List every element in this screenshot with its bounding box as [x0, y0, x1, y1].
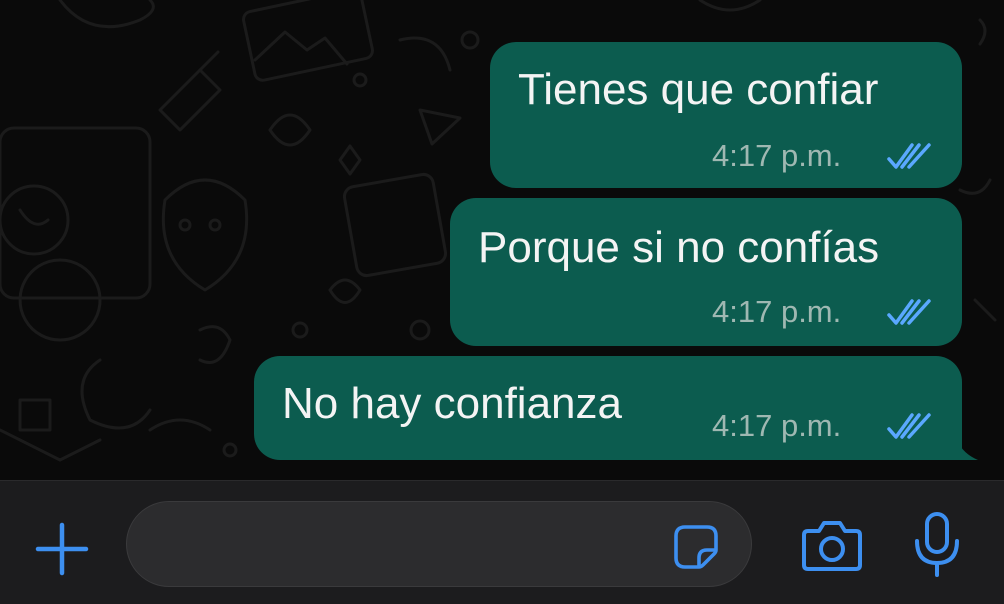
outgoing-message[interactable]: Porque si no confías 4:17 p.m. [450, 198, 962, 346]
message-timestamp: 4:17 p.m. [712, 294, 842, 329]
message-input[interactable] [157, 502, 661, 588]
double-check-icon [887, 299, 931, 325]
message-timestamp: 4:17 p.m. [712, 138, 842, 173]
microphone-icon[interactable] [912, 511, 962, 579]
chat-area[interactable]: Tienes que confiar 4:17 p.m. Porque si n… [0, 0, 1004, 480]
camera-icon[interactable] [800, 515, 864, 575]
message-input-field[interactable] [126, 501, 752, 588]
message-timestamp: 4:17 p.m. [712, 408, 842, 443]
chat-screen: Tienes que confiar 4:17 p.m. Porque si n… [0, 0, 1004, 604]
bubble-tail [940, 420, 978, 460]
message-composer [0, 480, 1004, 604]
plus-icon[interactable] [30, 517, 94, 581]
double-check-icon [887, 143, 931, 169]
message-text: Tienes que confiar [518, 65, 879, 114]
outgoing-message[interactable]: Tienes que confiar 4:17 p.m. [490, 42, 962, 188]
sticker-icon[interactable] [671, 522, 721, 572]
message-text: No hay confianza [282, 379, 622, 428]
message-text: Porque si no confías [478, 223, 880, 272]
outgoing-message[interactable]: No hay confianza 4:17 p.m. [254, 356, 962, 460]
double-check-icon [887, 413, 931, 439]
